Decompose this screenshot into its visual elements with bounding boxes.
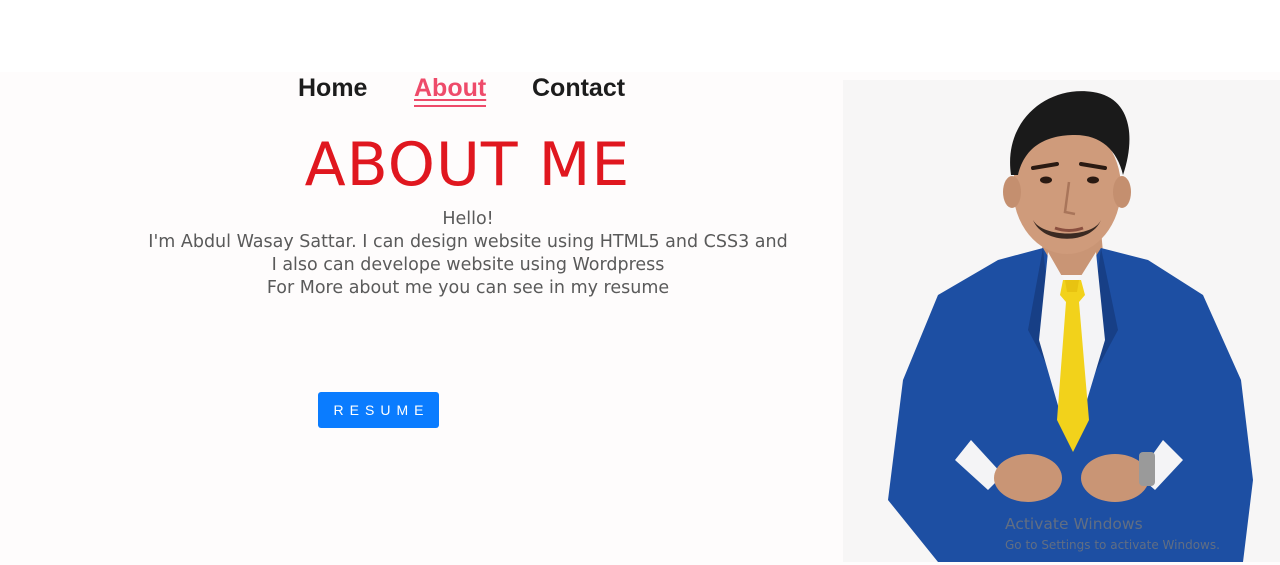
nav-link-home[interactable]: Home bbox=[298, 72, 367, 104]
watermark-title: Activate Windows bbox=[1005, 515, 1143, 533]
resume-button[interactable]: RESUME bbox=[318, 392, 439, 428]
intro-line: I'm Abdul Wasay Sattar. I can design web… bbox=[148, 232, 788, 252]
top-nav: Home About Contact bbox=[0, 72, 940, 107]
intro-line: For More about me you can see in my resu… bbox=[266, 278, 670, 298]
nav-link-contact[interactable]: Contact bbox=[532, 72, 625, 104]
intro-line: I also can develope website using Wordpr… bbox=[271, 255, 665, 275]
person-illustration bbox=[843, 80, 1280, 562]
watermark-subtitle: Go to Settings to activate Windows. bbox=[1005, 538, 1220, 552]
intro-greeting: Hello! bbox=[442, 209, 494, 229]
page-title: ABOUT ME bbox=[304, 130, 631, 200]
nav-link-about[interactable]: About bbox=[414, 72, 487, 107]
activate-windows-watermark: Activate Windows Go to Settings to activ… bbox=[1005, 514, 1220, 554]
intro-text: Hello! I'm Abdul Wasay Sattar. I can des… bbox=[90, 208, 846, 300]
profile-photo bbox=[843, 80, 1280, 562]
